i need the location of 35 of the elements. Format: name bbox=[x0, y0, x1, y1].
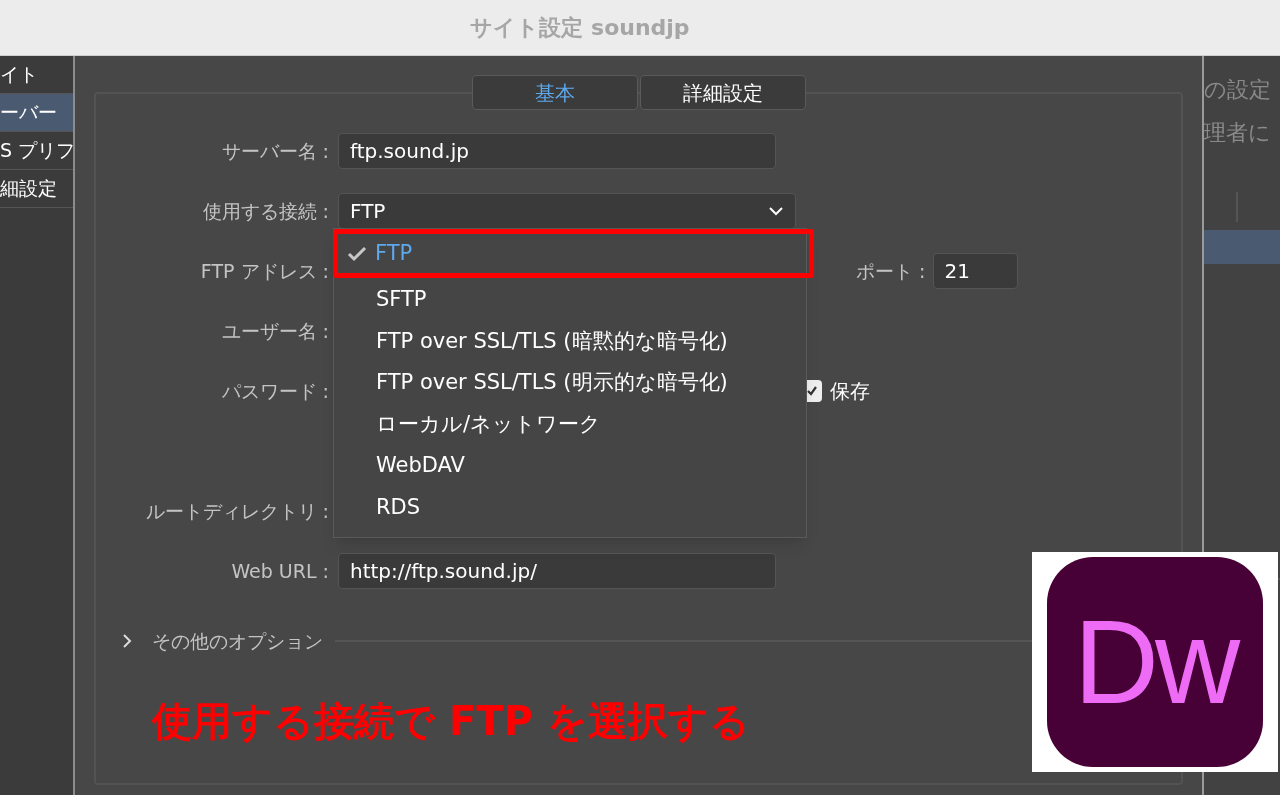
menu-item[interactable]: WebDAV bbox=[339, 446, 801, 486]
menu-item[interactable]: FTP over SSL/TLS (明示的な暗号化) bbox=[339, 363, 801, 403]
app-logo: Dw bbox=[1047, 557, 1263, 767]
field-label: サーバー名 : bbox=[220, 138, 329, 164]
chevron-down-icon bbox=[768, 206, 784, 216]
text-field[interactable]: http://ftp.sound.jp/ bbox=[338, 553, 776, 589]
save-label: 保存 bbox=[830, 378, 870, 405]
annotation-caption: 使用する接続で FTP を選択する bbox=[152, 698, 750, 744]
sidebar-item[interactable]: ーバー bbox=[0, 94, 73, 132]
menu-item[interactable]: RDS bbox=[339, 488, 801, 527]
panel-text: の設定 bbox=[1204, 76, 1272, 104]
sidebar-item[interactable]: 細設定 bbox=[0, 170, 73, 208]
field-label: ルートディレクトリ : bbox=[144, 498, 329, 524]
text-field[interactable]: ftp.sound.jp bbox=[338, 133, 776, 169]
chevron-right-icon[interactable] bbox=[122, 633, 132, 649]
checkmark-icon bbox=[347, 245, 367, 262]
window-title: サイト設定 soundjp bbox=[470, 14, 690, 42]
menu-item[interactable]: SFTP bbox=[339, 280, 801, 320]
tab[interactable]: 詳細設定 bbox=[639, 75, 806, 110]
sidebar-item[interactable]: S プリフ bbox=[0, 132, 73, 170]
menu-item[interactable]: FTP bbox=[338, 234, 809, 273]
connection-select[interactable]: FTP bbox=[338, 193, 796, 229]
field-label: FTP アドレス : bbox=[199, 258, 329, 284]
field-label: パスワード : bbox=[220, 378, 329, 404]
port-field[interactable]: 21 bbox=[933, 253, 1019, 289]
field-label: ユーザー名 : bbox=[220, 318, 329, 344]
more-options-label[interactable]: その他のオプション bbox=[152, 626, 323, 656]
field-label: Web URL : bbox=[230, 558, 329, 584]
menu-item[interactable]: FTP over SSL/TLS (暗黙的な暗号化) bbox=[339, 322, 801, 361]
port-label: ポート : bbox=[856, 258, 926, 284]
panel-text: 理者に bbox=[1204, 119, 1272, 147]
checkmark-icon bbox=[806, 385, 818, 397]
tab[interactable]: 基本 bbox=[471, 75, 638, 110]
field-label: 使用する接続 : bbox=[201, 198, 329, 224]
menu-item[interactable]: ローカル/ネットワーク bbox=[339, 405, 801, 444]
